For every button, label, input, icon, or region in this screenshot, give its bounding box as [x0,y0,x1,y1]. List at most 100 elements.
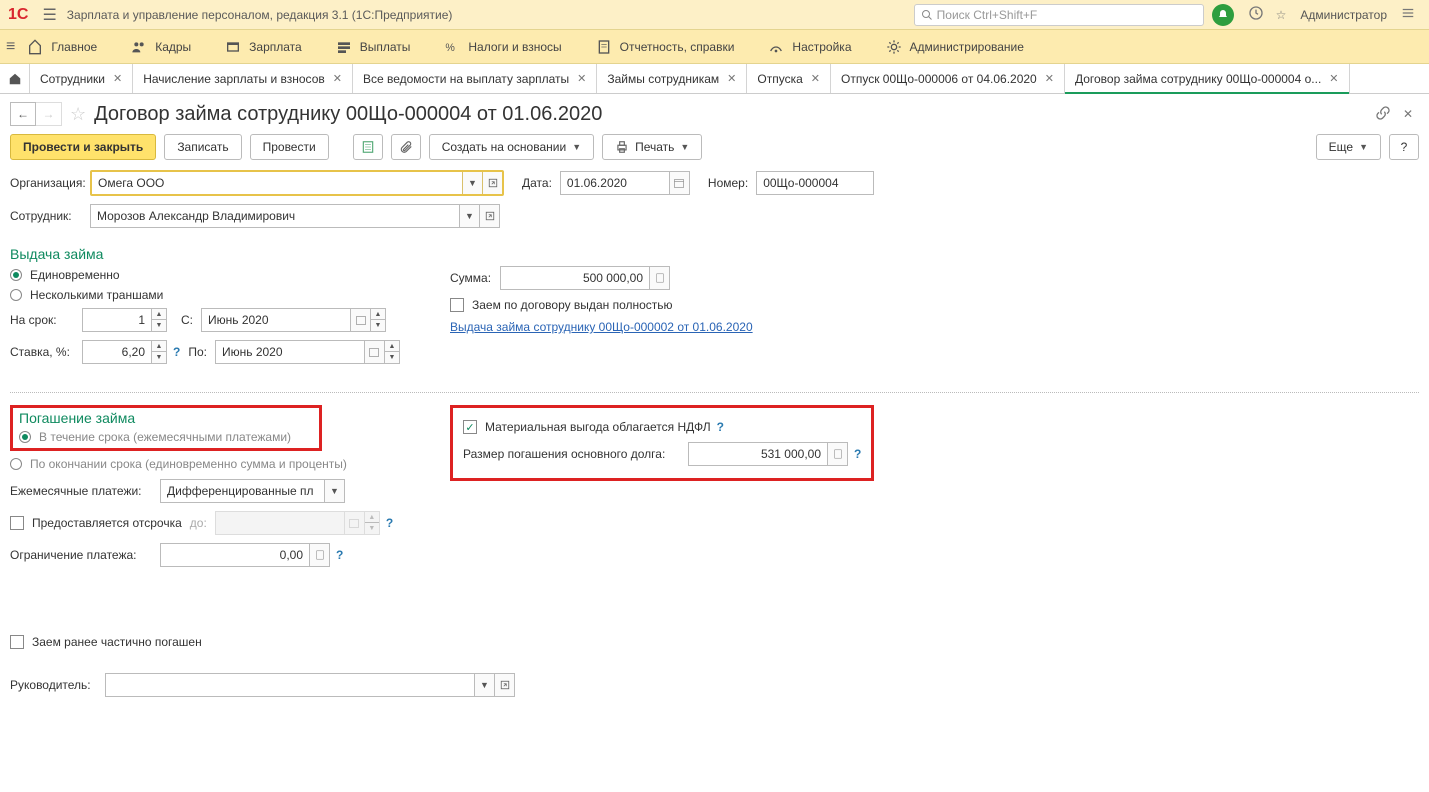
save-button[interactable]: Записать [164,134,241,160]
calculator-icon[interactable] [828,442,848,466]
spin-down-icon[interactable]: ▼ [371,320,385,331]
calculator-icon[interactable] [310,543,330,567]
chevron-down-icon[interactable]: ▼ [475,673,495,697]
monthly-select[interactable]: Дифференцированные пл ▼ [160,479,345,503]
notifications-bell-icon[interactable] [1212,4,1234,26]
prev-repaid-checkbox[interactable]: Заем ранее частично погашен [10,635,1419,649]
tab-loans[interactable]: Займы сотрудникам✕ [597,64,747,93]
spin-up-icon[interactable]: ▲ [152,309,166,320]
nav-taxes[interactable]: %Налоги и взносы [444,39,561,55]
search-placeholder: Поиск Ctrl+Shift+F [937,8,1038,22]
svg-text:%: % [446,42,456,54]
tab-employees[interactable]: Сотрудники✕ [30,64,133,93]
close-icon[interactable]: ✕ [577,72,586,85]
spin-down-icon[interactable]: ▼ [152,320,166,331]
spin-up-icon[interactable]: ▲ [385,341,399,352]
more-button[interactable]: Еще▼ [1316,134,1381,160]
deferral-row: Предоставляется отсрочка до: ▲▼ ? [10,511,450,535]
sum-input[interactable]: 500 000,00 [500,266,650,290]
deferral-checkbox[interactable] [10,516,24,530]
calendar-icon[interactable] [365,340,385,364]
close-icon[interactable]: ✕ [1403,107,1413,121]
nav-main[interactable]: Главное [27,39,97,55]
nav-salary[interactable]: Зарплата [225,39,302,55]
chevron-down-icon[interactable]: ▼ [460,204,480,228]
limit-input[interactable]: 0,00 [160,543,310,567]
radio-at-end[interactable]: По окончании срока (единовременно сумма … [10,457,450,471]
post-button[interactable]: Провести [250,134,329,160]
help-button[interactable]: ? [1389,134,1419,160]
from-month-input[interactable]: Июнь 2020 [201,308,351,332]
spin-down-icon[interactable]: ▼ [152,352,166,363]
link-icon[interactable] [1375,105,1391,124]
create-based-on-button[interactable]: Создать на основании▼ [429,134,594,160]
nav-reports[interactable]: Отчетность, справки [596,39,735,55]
nav-forward-button[interactable]: → [36,102,62,126]
user-label[interactable]: Администратор [1300,8,1387,22]
calendar-icon[interactable] [351,308,371,332]
search-input[interactable]: Поиск Ctrl+Shift+F [914,4,1204,26]
main-nav: ≡ Главное Кадры Зарплата Выплаты %Налоги… [0,30,1429,64]
radio-during-term[interactable]: В течение срока (ежемесячными платежами) [19,430,313,444]
org-input[interactable]: Омега ООО [92,172,462,194]
print-button[interactable]: Печать▼ [602,134,702,160]
calendar-icon[interactable] [670,171,690,195]
calculator-icon[interactable] [650,266,670,290]
rate-spinner[interactable]: 6,20 ▲▼ [82,340,167,364]
star-icon[interactable]: ☆ [1276,8,1287,22]
history-icon[interactable] [1248,5,1264,24]
spin-up-icon[interactable]: ▲ [152,341,166,352]
report-button[interactable] [353,134,383,160]
fully-issued-checkbox[interactable]: Заем по договору выдан полностью [450,298,753,312]
close-icon[interactable]: ✕ [1045,72,1054,85]
panel-menu-icon[interactable] [1401,6,1415,23]
close-icon[interactable]: ✕ [113,72,122,85]
employee-input[interactable]: Морозов Александр Владимирович [90,204,460,228]
to-month-input[interactable]: Июнь 2020 [215,340,365,364]
open-icon[interactable] [480,204,500,228]
number-input[interactable]: 00Що-000004 [756,171,874,195]
date-input[interactable]: 01.06.2020 [560,171,670,195]
favorite-star-icon[interactable]: ☆ [70,104,86,125]
manager-input[interactable] [105,673,475,697]
nav-payments[interactable]: Выплаты [336,39,411,55]
nav-back-button[interactable]: ← [10,102,36,126]
attach-button[interactable] [391,134,421,160]
radio-icon [10,458,22,470]
chevron-down-icon[interactable]: ▼ [325,479,345,503]
close-icon[interactable]: ✕ [1329,72,1338,85]
spin-up-icon[interactable]: ▲ [371,309,385,320]
issue-link[interactable]: Выдача займа сотруднику 00Що-000002 от 0… [450,320,753,334]
close-icon[interactable]: ✕ [727,72,736,85]
nav-burger-icon[interactable]: ≡ [6,38,15,56]
help-icon[interactable]: ? [717,420,724,434]
help-icon[interactable]: ? [386,516,393,530]
radio-one-time[interactable]: Единовременно [10,268,450,282]
radio-multiple-tranches[interactable]: Несколькими траншами [10,288,450,302]
org-field[interactable]: Омега ООО ▼ [90,170,504,196]
spin-down-icon[interactable]: ▼ [385,352,399,363]
rate-label: Ставка, %: [10,345,82,359]
principal-input[interactable]: 531 000,00 [688,442,828,466]
help-icon[interactable]: ? [336,548,343,562]
open-icon[interactable] [482,172,502,194]
tab-payroll[interactable]: Начисление зарплаты и взносов✕ [133,64,353,93]
tab-statements[interactable]: Все ведомости на выплату зарплаты✕ [353,64,597,93]
help-icon[interactable]: ? [173,345,180,359]
tab-vacations[interactable]: Отпуска✕ [747,64,831,93]
nav-admin[interactable]: Администрирование [886,39,1024,55]
ndfl-checkbox-row[interactable]: Материальная выгода облагается НДФЛ ? [463,420,861,434]
tab-home[interactable] [0,64,30,93]
close-icon[interactable]: ✕ [811,72,820,85]
nav-settings[interactable]: Настройка [768,39,851,55]
term-spinner[interactable]: 1 ▲▼ [82,308,167,332]
nav-staff[interactable]: Кадры [131,39,191,55]
burger-icon[interactable]: ☰ [42,5,56,25]
post-and-close-button[interactable]: Провести и закрыть [10,134,156,160]
open-icon[interactable] [495,673,515,697]
tab-vacation-doc[interactable]: Отпуск 00Що-000006 от 04.06.2020✕ [831,64,1065,93]
tab-loan-contract[interactable]: Договор займа сотруднику 00Що-000004 о..… [1065,64,1350,93]
chevron-down-icon[interactable]: ▼ [462,172,482,194]
close-icon[interactable]: ✕ [333,72,342,85]
help-icon[interactable]: ? [854,447,861,461]
